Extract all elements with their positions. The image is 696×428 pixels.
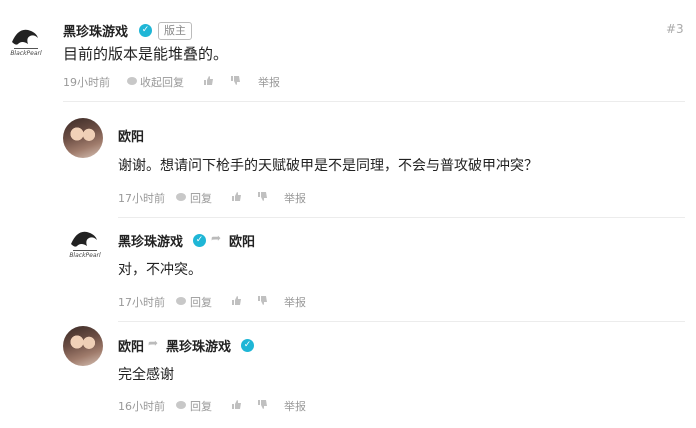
comment-time: 19小时前 (63, 76, 110, 89)
reply-author-name[interactable]: 欧阳 (118, 336, 144, 355)
reply-arrow-icon: ➦ (148, 336, 159, 350)
verified-icon: ✓ (193, 234, 206, 247)
thumbs-up-icon[interactable] (231, 399, 242, 410)
moderator-badge: 版主 (158, 22, 192, 40)
reply-avatar[interactable] (63, 118, 103, 158)
reply-bubble-icon (176, 401, 186, 409)
reply-link[interactable]: 回复 (190, 190, 212, 206)
comment-bubble-icon (127, 77, 137, 85)
divider (63, 101, 685, 102)
reply-text: 对，不冲突。 (118, 262, 202, 278)
comment-text: 目前的版本是能堆叠的。 (63, 45, 229, 63)
divider (118, 217, 685, 218)
thumbs-up-icon[interactable] (231, 191, 242, 202)
thumbs-down-icon[interactable] (230, 75, 241, 86)
report-link[interactable]: 举报 (284, 294, 306, 310)
author-name[interactable]: 黑珍珠游戏 (63, 21, 128, 40)
avatar-caption: BlackPearl (10, 50, 42, 57)
thumbs-up-icon[interactable] (231, 295, 242, 306)
report-link[interactable]: 举报 (258, 74, 280, 90)
report-link[interactable]: 举报 (284, 190, 306, 206)
reply-text: 完全感谢 (118, 367, 174, 383)
floor-number: #3 (666, 22, 684, 36)
report-link[interactable]: 举报 (284, 398, 306, 414)
reply-arrow-icon: ➦ (211, 231, 222, 245)
reply-link[interactable]: 回复 (190, 398, 212, 414)
thumbs-down-icon[interactable] (257, 399, 268, 410)
reply-text: 谢谢。想请问下枪手的天赋破甲是不是同理，不会与普攻破甲冲突？ (118, 158, 538, 174)
author-avatar[interactable] (4, 20, 48, 64)
thumbs-down-icon[interactable] (257, 295, 268, 306)
verified-icon: ✓ (241, 339, 254, 352)
reply-to-name[interactable]: 黑珍珠游戏 (166, 336, 231, 355)
reply-time: 16小时前 (118, 400, 165, 413)
reply-avatar[interactable] (63, 326, 103, 366)
reply-author-name[interactable]: 欧阳 (118, 126, 144, 145)
reply-time: 17小时前 (118, 296, 165, 309)
reply-author-name[interactable]: 黑珍珠游戏 (118, 231, 183, 250)
black-pearl-logo-icon (71, 231, 97, 251)
collapse-replies-link[interactable]: 收起回复 (140, 74, 184, 90)
reply-time: 17小时前 (118, 192, 165, 205)
verified-icon: ✓ (139, 24, 152, 37)
reply-bubble-icon (176, 193, 186, 201)
divider (118, 321, 685, 322)
reply-link[interactable]: 回复 (190, 294, 212, 310)
avatar-caption: BlackPearl (69, 252, 101, 259)
thumbs-down-icon[interactable] (257, 191, 268, 202)
reply-avatar[interactable] (63, 222, 107, 266)
reply-to-name[interactable]: 欧阳 (229, 231, 255, 250)
thumbs-up-icon[interactable] (203, 75, 214, 86)
black-pearl-logo-icon (12, 29, 38, 49)
reply-bubble-icon (176, 297, 186, 305)
